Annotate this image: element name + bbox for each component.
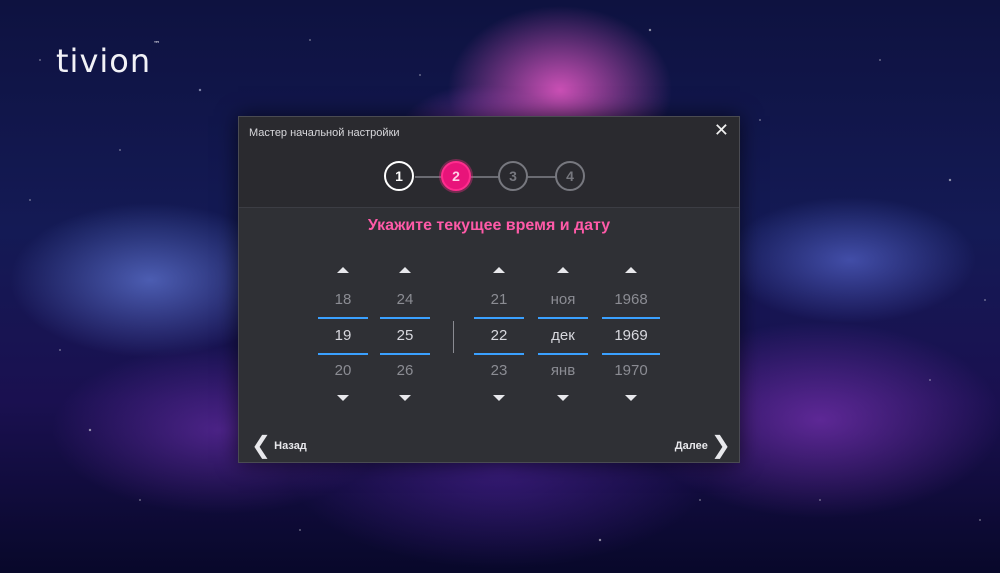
chevron-left-icon: ❮ bbox=[251, 432, 272, 460]
next-button[interactable]: Далее ❯ bbox=[675, 434, 731, 458]
month-prev-value: ноя bbox=[550, 291, 576, 308]
month-picker[interactable]: ноя дек янв bbox=[538, 267, 588, 407]
hour-up-arrow-icon[interactable] bbox=[337, 267, 349, 273]
back-button-label: Назад bbox=[274, 440, 307, 452]
minute-up-arrow-icon[interactable] bbox=[399, 267, 411, 273]
hour-prev-value: 18 bbox=[334, 291, 352, 308]
chevron-right-icon: ❯ bbox=[710, 432, 731, 460]
day-down-arrow-icon[interactable] bbox=[493, 395, 505, 401]
year-picker[interactable]: 1968 1969 1970 bbox=[602, 267, 660, 407]
day-prev-value: 21 bbox=[490, 291, 508, 308]
time-date-separator bbox=[453, 321, 454, 353]
wizard-title: Мастер начальной настройки bbox=[249, 127, 400, 139]
month-current-value[interactable]: дек bbox=[541, 327, 585, 344]
step-indicator: 1 2 3 4 bbox=[239, 161, 739, 193]
minute-next-value: 26 bbox=[396, 362, 414, 379]
day-picker[interactable]: 21 22 23 bbox=[474, 267, 524, 407]
day-current-value[interactable]: 22 bbox=[477, 327, 521, 344]
day-selection-top-line bbox=[474, 317, 524, 319]
hour-current-value[interactable]: 19 bbox=[321, 327, 365, 344]
minute-current-value[interactable]: 25 bbox=[383, 327, 427, 344]
hour-next-value: 20 bbox=[334, 362, 352, 379]
step-connector bbox=[415, 176, 563, 178]
close-icon[interactable]: ✕ bbox=[714, 120, 729, 140]
minute-selection-top-line bbox=[380, 317, 430, 319]
minute-down-arrow-icon[interactable] bbox=[399, 395, 411, 401]
month-selection-top-line bbox=[538, 317, 588, 319]
minute-prev-value: 24 bbox=[396, 291, 414, 308]
wizard-headline: Укажите текущее время и дату bbox=[367, 217, 611, 234]
year-selection-top-line bbox=[602, 317, 660, 319]
setup-wizard-dialog: Мастер начальной настройки ✕ 1 2 3 4 Ука… bbox=[238, 116, 740, 463]
step-1: 1 bbox=[384, 161, 414, 191]
year-next-value: 1970 bbox=[614, 362, 648, 379]
year-selection-bottom-line bbox=[602, 353, 660, 355]
minute-selection-bottom-line bbox=[380, 353, 430, 355]
hour-selection-top-line bbox=[318, 317, 368, 319]
hour-down-arrow-icon[interactable] bbox=[337, 395, 349, 401]
tivion-logo: tivion ™ bbox=[56, 40, 162, 80]
step-4: 4 bbox=[555, 161, 585, 191]
year-current-value[interactable]: 1969 bbox=[605, 327, 657, 344]
day-up-arrow-icon[interactable] bbox=[493, 267, 505, 273]
next-button-label: Далее bbox=[674, 440, 708, 452]
day-next-value: 23 bbox=[490, 362, 508, 379]
wizard-header: Мастер начальной настройки ✕ 1 2 3 4 bbox=[239, 117, 739, 208]
day-selection-bottom-line bbox=[474, 353, 524, 355]
hour-picker[interactable]: 18 19 20 bbox=[318, 267, 368, 407]
month-down-arrow-icon[interactable] bbox=[557, 395, 569, 401]
logo-text: tivion bbox=[56, 42, 152, 80]
month-up-arrow-icon[interactable] bbox=[557, 267, 569, 273]
month-next-value: янв bbox=[550, 362, 576, 379]
back-button[interactable]: ❮ Назад bbox=[251, 434, 307, 458]
year-down-arrow-icon[interactable] bbox=[625, 395, 637, 401]
trademark-mark: ™ bbox=[153, 40, 162, 48]
month-selection-bottom-line bbox=[538, 353, 588, 355]
hour-selection-bottom-line bbox=[318, 353, 368, 355]
step-3: 3 bbox=[498, 161, 528, 191]
step-2: 2 bbox=[441, 161, 471, 191]
year-up-arrow-icon[interactable] bbox=[625, 267, 637, 273]
minute-picker[interactable]: 24 25 26 bbox=[380, 267, 430, 407]
year-prev-value: 1968 bbox=[614, 291, 648, 308]
